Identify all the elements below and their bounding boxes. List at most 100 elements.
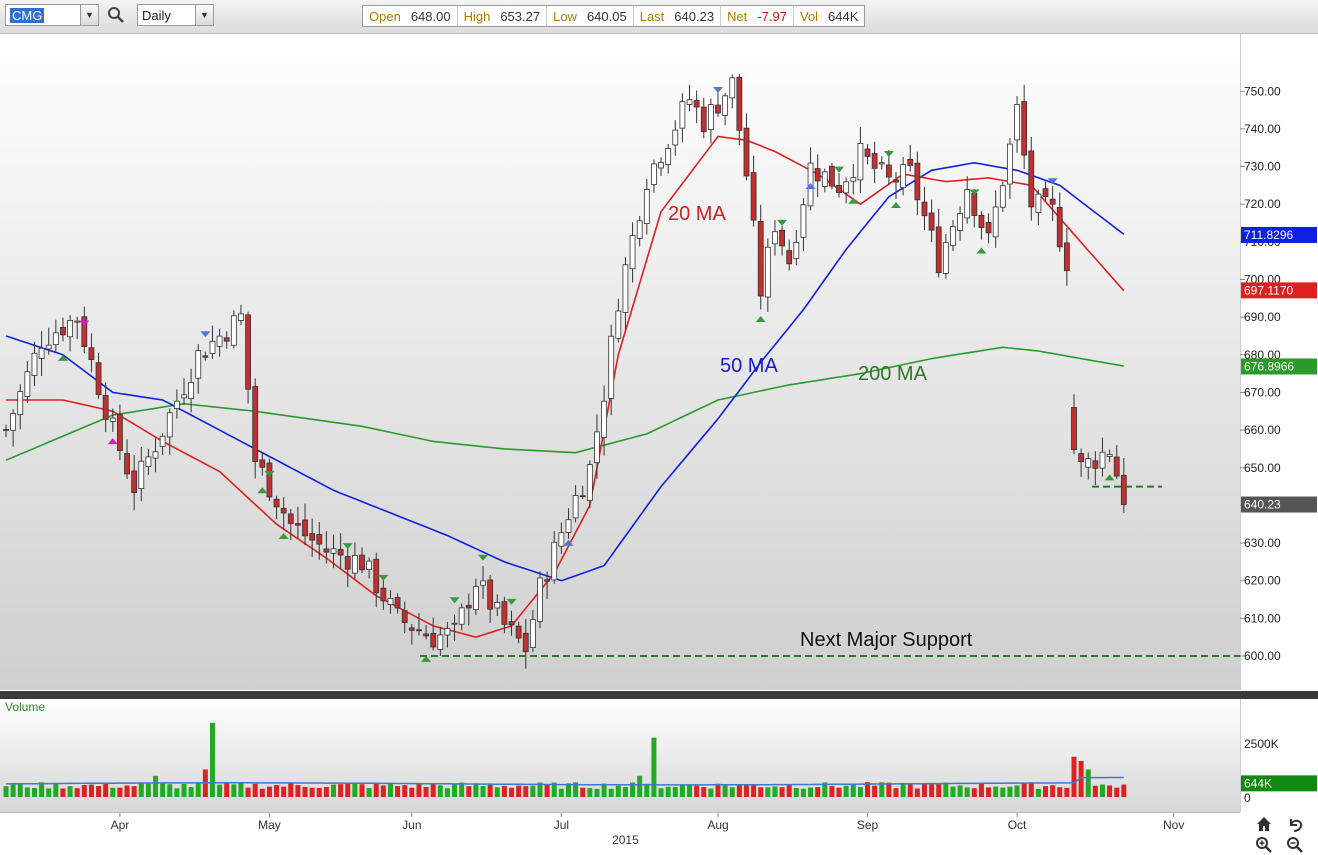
- candle-up: [38, 347, 45, 359]
- annotation-label: 20 MA: [668, 203, 726, 225]
- quote-value: 648.00: [410, 8, 451, 24]
- candle-up: [152, 451, 159, 459]
- symbol-input[interactable]: CMG ▼: [5, 4, 99, 26]
- volume-bar-up: [480, 786, 486, 797]
- candle-down: [1078, 453, 1085, 463]
- price-chart[interactable]: 600.00610.00620.00630.00640.00650.00660.…: [0, 34, 1318, 855]
- candle-up: [1085, 458, 1092, 468]
- search-icon[interactable]: [106, 5, 126, 25]
- quote-value: 653.27: [500, 8, 541, 24]
- volume-bar-down: [323, 786, 329, 797]
- volume-bar-down: [309, 787, 315, 797]
- candle-up: [665, 148, 672, 165]
- volume-bar-up: [772, 786, 778, 797]
- chevron-down-icon[interactable]: ▼: [80, 5, 98, 25]
- volume-tick-label: 2500K: [1244, 737, 1279, 751]
- candle-up: [565, 519, 572, 533]
- candle-up: [821, 171, 828, 187]
- candle-up: [45, 344, 52, 350]
- interval-select[interactable]: Daily ▼: [137, 4, 214, 26]
- candle-up: [992, 206, 999, 238]
- chart-nav-controls: [1256, 817, 1303, 853]
- volume-bar-up: [46, 788, 52, 797]
- candle-up: [615, 310, 622, 339]
- candle-up: [658, 162, 664, 169]
- volume-bar-up: [957, 785, 963, 797]
- volume-bar-down: [544, 783, 550, 797]
- candle-down: [259, 459, 266, 468]
- volume-bar-down: [124, 785, 130, 797]
- volume-bar-up: [437, 785, 443, 797]
- candle-down: [316, 534, 323, 545]
- volume-bar-down: [1057, 787, 1063, 797]
- candle-up: [622, 264, 629, 313]
- volume-bar-up: [708, 788, 714, 797]
- volume-bar-up: [209, 722, 215, 797]
- volume-bar-down: [338, 784, 344, 797]
- y-tick-label: 630.00: [1244, 536, 1281, 550]
- zoom-in-icon[interactable]: [1256, 837, 1272, 853]
- candle-down: [814, 168, 821, 182]
- volume-bar-up: [722, 785, 728, 797]
- candle-down: [736, 76, 743, 131]
- undo-icon[interactable]: [1290, 819, 1303, 832]
- panel-splitter[interactable]: [0, 691, 1318, 699]
- chevron-down-icon[interactable]: ▼: [195, 5, 213, 25]
- x-tick-label: Jul: [554, 818, 569, 832]
- candle-down: [579, 495, 586, 498]
- quote-low: Low 640.05: [547, 6, 634, 26]
- x-tick-label: Aug: [707, 818, 728, 832]
- volume-bar-down: [986, 787, 992, 797]
- candle-up: [188, 381, 195, 400]
- volume-bar-down: [423, 786, 429, 797]
- volume-bar-up: [765, 787, 771, 797]
- candle-down: [245, 314, 251, 390]
- volume-bar-up: [594, 788, 600, 797]
- candle-down: [971, 193, 978, 216]
- y-tick-label: 600.00: [1244, 649, 1281, 663]
- candle-down: [779, 229, 785, 247]
- volume-bar-up: [857, 787, 863, 797]
- volume-bar-up: [3, 786, 9, 797]
- volume-bar-up: [67, 786, 73, 797]
- candle-down: [700, 106, 707, 133]
- volume-bar-down: [252, 783, 258, 797]
- volume-bar-down: [751, 785, 757, 797]
- volume-bar-up: [188, 787, 194, 797]
- volume-bar-up: [174, 788, 180, 797]
- candle-up: [651, 163, 657, 185]
- volume-bar-down: [886, 782, 892, 797]
- candle-up: [772, 231, 778, 245]
- candle-up: [764, 246, 771, 298]
- candle-down: [401, 610, 408, 623]
- candle-down: [864, 148, 871, 157]
- candle-down: [202, 355, 209, 358]
- zoom-out-icon[interactable]: [1287, 837, 1303, 853]
- y-tick-label: 660.00: [1244, 423, 1281, 437]
- volume-bar-down: [743, 784, 749, 797]
- volume-bar-up: [651, 737, 657, 797]
- y-tick-label: 670.00: [1244, 385, 1281, 399]
- volume-bar-down: [96, 786, 102, 797]
- candle-up: [473, 586, 479, 610]
- volume-bar-down: [829, 785, 835, 797]
- volume-bar-up: [238, 782, 244, 797]
- candle-up: [1106, 453, 1113, 457]
- candle-down: [273, 498, 280, 508]
- candle-up: [950, 226, 956, 246]
- volume-bar-down: [509, 787, 515, 797]
- volume-bar-down: [373, 783, 379, 797]
- candle-down: [373, 558, 380, 594]
- x-tick-label: Apr: [111, 818, 130, 832]
- volume-bar-up: [793, 787, 799, 797]
- volume-bar-down: [921, 782, 927, 797]
- home-icon[interactable]: [1257, 817, 1271, 831]
- candle-down: [978, 215, 985, 228]
- candle-up: [480, 580, 486, 586]
- volume-tick-label: 0: [1244, 791, 1251, 805]
- candle-up: [351, 555, 358, 574]
- candle-down: [302, 519, 308, 537]
- candle-down: [95, 362, 102, 395]
- volume-bar-down: [281, 786, 287, 797]
- volume-bar-down: [786, 784, 792, 797]
